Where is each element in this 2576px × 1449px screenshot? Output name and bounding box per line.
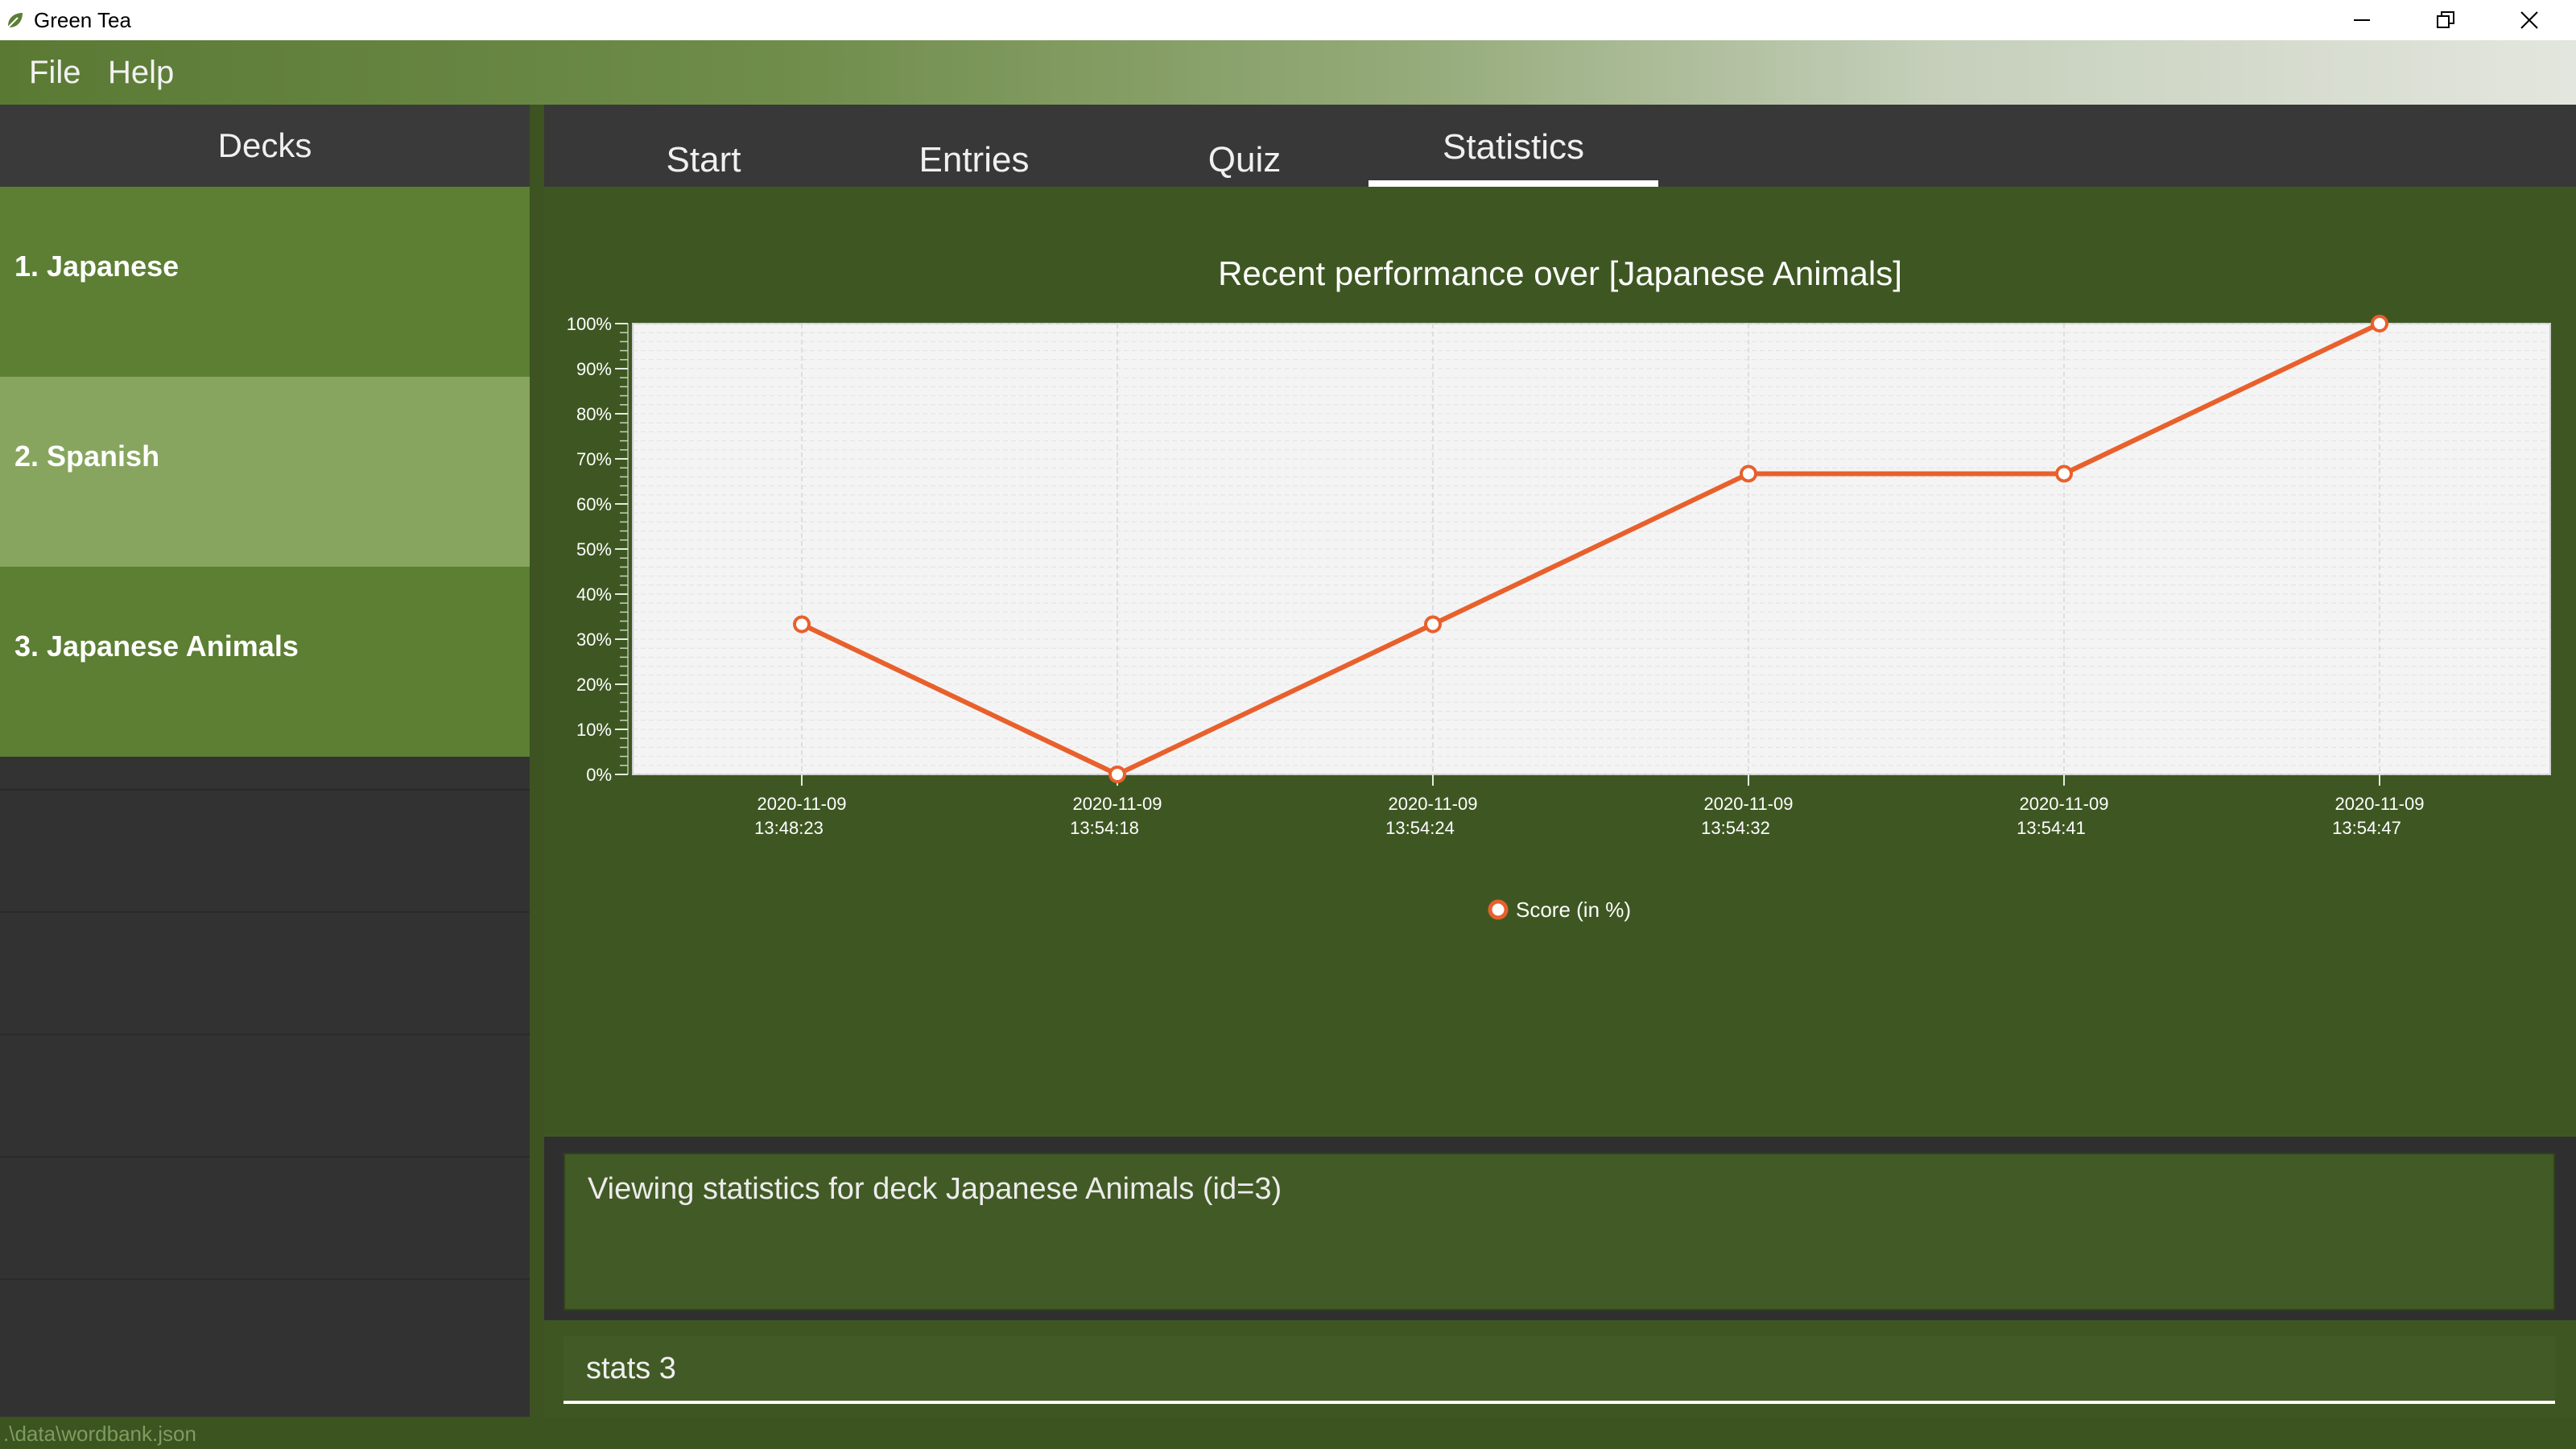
x-tick-label: 2020-11-09: [2020, 794, 2109, 814]
tab-bar: Start Entries Quiz Statistics: [544, 105, 2576, 187]
y-tick-label: 20%: [576, 675, 612, 695]
y-tick-label: 90%: [576, 359, 612, 379]
tab-quiz[interactable]: Quiz: [1100, 105, 1389, 187]
x-tick-label: 2020-11-09: [1704, 794, 1794, 814]
close-icon: [2520, 11, 2538, 29]
performance-line-chart: 0% 10% 20% 30% 40% 50% 60% 70% 80% 90% 100% 2020-11…: [567, 314, 2551, 922]
x-tick-label: 13:54:32: [1701, 818, 1770, 838]
tab-statistics[interactable]: Statistics: [1368, 105, 1658, 187]
x-tick-label: 13:54:47: [2332, 818, 2401, 838]
panel-splitter[interactable]: [530, 105, 544, 1417]
empty-deck-row: [0, 911, 530, 1035]
data-point: [793, 615, 811, 634]
x-tick-label: 13:54:41: [2017, 818, 2086, 838]
x-tick-label: 13:54:24: [1385, 818, 1455, 838]
data-point: [2371, 315, 2388, 332]
deck-item-label: 2. Spanish: [14, 440, 160, 473]
deck-item-spanish[interactable]: 2. Spanish: [0, 377, 530, 567]
command-area: [544, 1320, 2576, 1417]
menu-help[interactable]: Help: [108, 55, 174, 91]
data-point: [1108, 766, 1126, 783]
x-tick-label: 2020-11-09: [1073, 794, 1162, 814]
legend-marker: [1488, 899, 1509, 920]
menu-bar: File Help: [0, 40, 2576, 105]
y-tick-label: 70%: [576, 449, 612, 469]
empty-deck-row: [0, 1278, 530, 1418]
empty-deck-row: [0, 789, 530, 913]
title-bar: Green Tea: [0, 0, 2576, 40]
y-tick-label: 60%: [576, 494, 612, 514]
empty-deck-row: [0, 1156, 530, 1280]
y-tick-label: 10%: [576, 720, 612, 740]
data-point: [1740, 464, 1757, 483]
x-tick-label: 13:54:18: [1070, 818, 1139, 838]
deck-item-japanese-animals[interactable]: 3. Japanese Animals: [0, 567, 530, 757]
statistics-panel: Recent performance over [Japanese Animal…: [544, 187, 2576, 1137]
y-tick-label: 50%: [576, 539, 612, 559]
x-tick-label: 2020-11-09: [2335, 794, 2425, 814]
empty-deck-row: [0, 1034, 530, 1158]
legend-label: Score (in %): [1516, 898, 1631, 922]
y-tick-label: 0%: [586, 765, 612, 785]
result-text: Viewing statistics for deck Japanese Ani…: [588, 1172, 1282, 1206]
y-tick-label: 30%: [576, 630, 612, 650]
status-bar: .\data\wordbank.json: [0, 1417, 2576, 1449]
window-title: Green Tea: [34, 8, 131, 32]
tea-leaf-icon: [7, 13, 23, 28]
file-path-status: .\data\wordbank.json: [3, 1422, 196, 1446]
minimize-icon: [2354, 19, 2370, 21]
deck-list-header: Decks: [0, 105, 530, 187]
result-display: Viewing statistics for deck Japanese Ani…: [564, 1153, 2555, 1311]
command-input[interactable]: [564, 1336, 2555, 1404]
data-point: [1424, 615, 1442, 634]
restore-button[interactable]: [2404, 0, 2487, 40]
x-tick-label: 2020-11-09: [1389, 794, 1478, 814]
tab-entries[interactable]: Entries: [829, 105, 1119, 187]
tab-start[interactable]: Start: [559, 105, 848, 187]
close-button[interactable]: [2487, 0, 2571, 40]
y-tick-label: 80%: [576, 404, 612, 424]
deck-item-japanese[interactable]: 1. Japanese: [0, 187, 530, 377]
y-tick-label: 100%: [567, 314, 612, 334]
x-tick-label: 2020-11-09: [758, 794, 847, 814]
minimize-button[interactable]: [2320, 0, 2404, 40]
data-point: [2055, 464, 2073, 483]
deck-item-label: 3. Japanese Animals: [14, 630, 299, 663]
deck-list-panel: Decks 1. Japanese 2. Spanish 3. Japanese…: [0, 105, 530, 1418]
deck-item-label: 1. Japanese: [14, 250, 180, 283]
restore-icon: [2437, 11, 2454, 28]
x-tick-label: 13:48:23: [754, 818, 824, 838]
menu-file[interactable]: File: [29, 55, 80, 91]
y-tick-label: 40%: [576, 584, 612, 605]
